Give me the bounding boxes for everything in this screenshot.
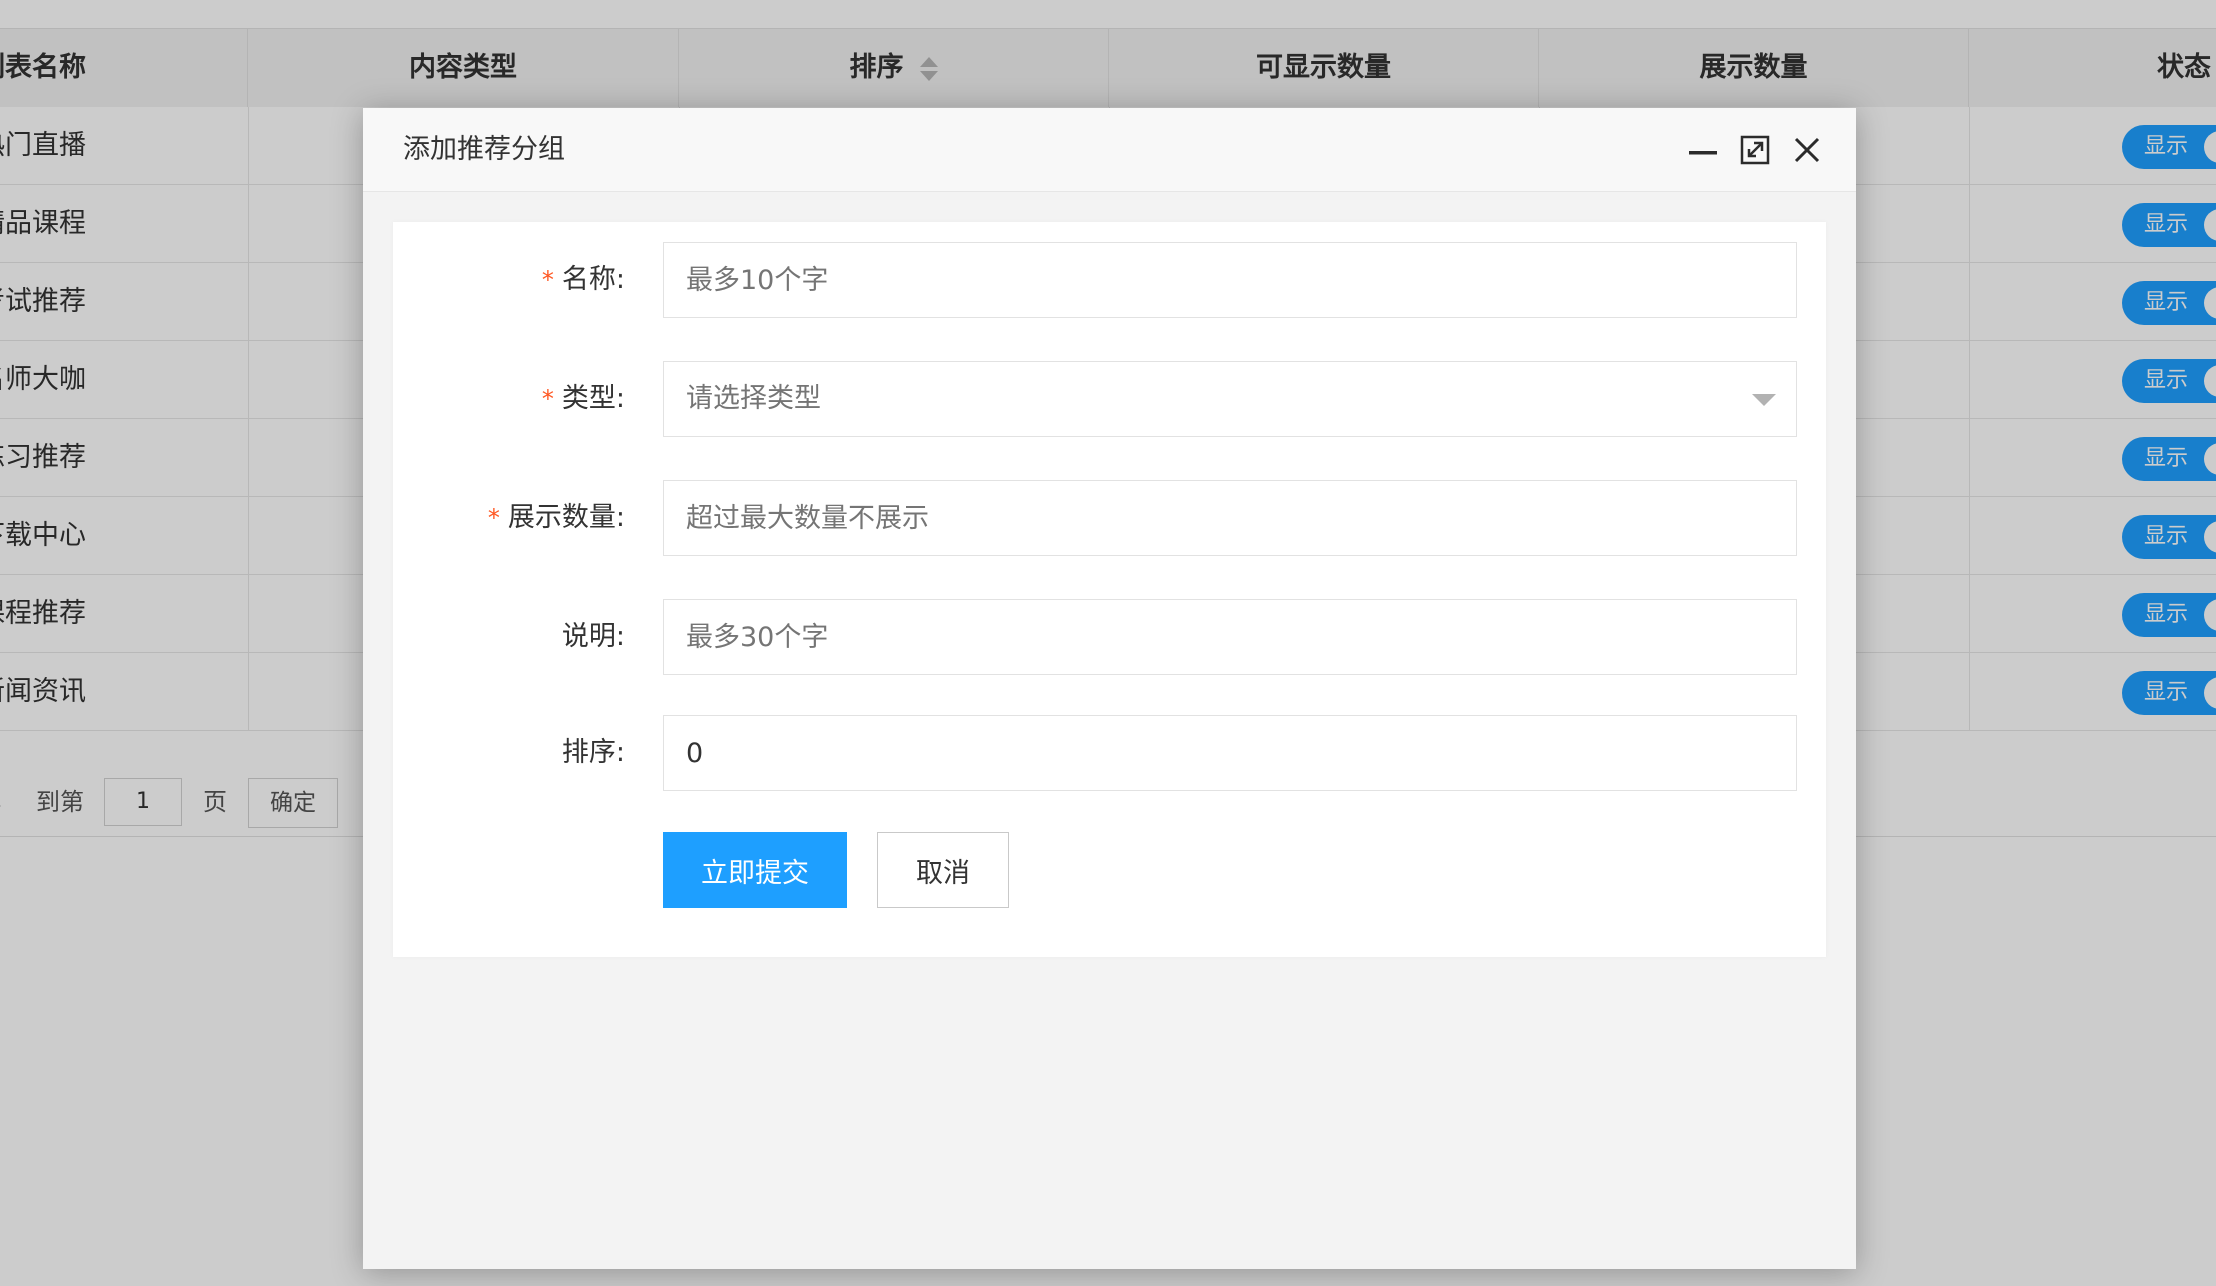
show-count-label: * 展示数量: <box>393 480 625 556</box>
name-label: * 名称: <box>393 242 625 318</box>
form-row-name: * 名称: <box>393 242 1826 318</box>
form-row-description: 说明: <box>393 599 1826 675</box>
required-mark: * <box>487 504 500 532</box>
sort-label: 排序: <box>561 737 625 768</box>
chevron-down-icon[interactable] <box>1752 394 1776 406</box>
form-row-sort: 排序: <box>393 715 1826 791</box>
sort-input[interactable] <box>663 715 1797 791</box>
dialog-title: 添加推荐分组 <box>403 134 565 165</box>
app-window: 列表名称 内容类型 排序 可显示数量 展示数量 状态 热门直播显示精品课程显示考… <box>0 0 2216 1286</box>
form-row-type: * 类型: 请选择类型 <box>393 361 1826 437</box>
dialog-header: 添加推荐分组 <box>363 108 1856 192</box>
close-icon[interactable] <box>1789 132 1825 168</box>
required-mark: * <box>541 266 554 294</box>
show-count-label-text: 展示数量: <box>507 502 625 533</box>
show-count-input[interactable] <box>663 480 1797 556</box>
submit-button[interactable]: 立即提交 <box>663 832 847 908</box>
maximize-icon[interactable] <box>1737 132 1773 168</box>
cancel-button[interactable]: 取消 <box>877 832 1009 908</box>
type-label-text: 类型: <box>561 383 625 414</box>
description-label: 说明: <box>561 621 625 652</box>
group-form: *名称: *类型: 请选择类型 *展示数量: 说明: 排序: <box>393 222 1826 957</box>
type-select-placeholder: 请选择类型 <box>686 383 821 414</box>
name-label-text: 名称: <box>561 264 625 295</box>
name-input[interactable] <box>663 242 1797 318</box>
required-mark: * <box>541 385 554 413</box>
add-group-dialog: 添加推荐分组 *名称: *类型: <box>363 108 1856 1269</box>
form-row-show-count: * 展示数量: <box>393 480 1826 556</box>
description-input[interactable] <box>663 599 1797 675</box>
type-select[interactable]: 请选择类型 <box>663 361 1797 437</box>
type-label: * 类型: <box>393 361 625 437</box>
minimize-icon[interactable] <box>1685 132 1721 168</box>
